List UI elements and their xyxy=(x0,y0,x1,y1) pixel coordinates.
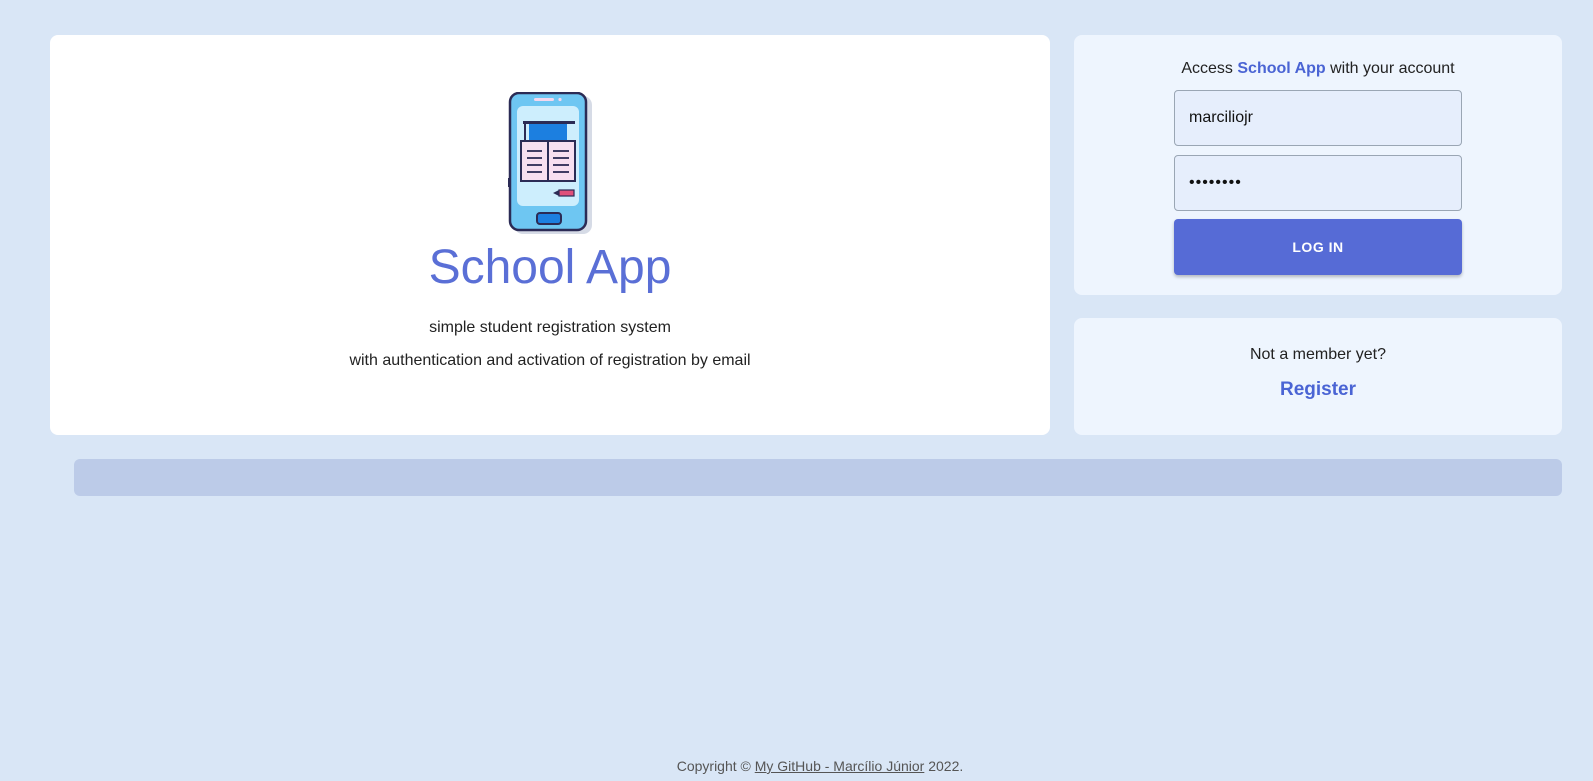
tagline-line-2: with authentication and activation of re… xyxy=(349,352,751,369)
phone-education-icon xyxy=(508,92,592,234)
footer-prefix: Copyright © xyxy=(676,758,755,774)
access-heading: Access School App with your account xyxy=(1181,59,1454,79)
tagline-line-1: simple student registration system xyxy=(429,319,671,336)
footer: Copyright © My GitHub - Marcílio Júnior … xyxy=(0,757,1593,775)
register-card: Not a member yet? Register xyxy=(1074,318,1562,435)
login-card: Access School App with your account LOG … xyxy=(1074,35,1562,295)
register-link[interactable]: Register xyxy=(1280,379,1356,401)
footer-suffix: 2022. xyxy=(924,758,964,774)
password-input[interactable] xyxy=(1174,155,1462,211)
github-link[interactable]: My GitHub - Marcílio Júnior xyxy=(755,758,925,774)
access-suffix: with your account xyxy=(1325,60,1455,77)
app-title: School App xyxy=(428,241,672,294)
access-brand: School App xyxy=(1237,60,1326,77)
not-member-text: Not a member yet? xyxy=(1249,346,1387,363)
login-button[interactable]: LOG IN xyxy=(1174,219,1462,275)
username-input[interactable] xyxy=(1174,90,1462,146)
hero-card: School App simple student registration s… xyxy=(50,35,1050,435)
access-prefix: Access xyxy=(1181,60,1238,77)
message-bar xyxy=(74,459,1562,496)
